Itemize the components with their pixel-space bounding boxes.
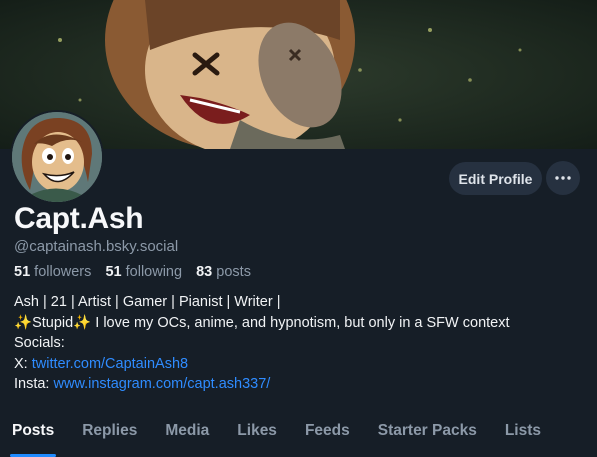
tab-lists[interactable]: Lists [505, 414, 541, 457]
bio-text: X: [14, 355, 32, 372]
bio-text: Insta: [14, 376, 54, 392]
bio-line: Ash | 21 | Artist | Gamer | Pianist | Wr… [14, 294, 281, 310]
avatar[interactable] [10, 110, 104, 204]
sparkles-icon: ✨ [14, 314, 33, 331]
profile-handle: @captainash.bsky.social [14, 238, 179, 255]
followers-link[interactable]: 51 followers [14, 264, 95, 280]
bio-line: ✨Stupid✨ I love my OCs, anime, and hypno… [14, 313, 510, 334]
profile-stats: 51 followers 51 following 83 posts [14, 264, 251, 280]
bio-line: Insta: www.instagram.com/capt.ash337/ [14, 374, 510, 395]
avatar-artwork [12, 112, 102, 202]
tab-label: Feeds [304, 422, 350, 439]
bio-line: X: twitter.com/CaptainAsh8 [14, 354, 510, 375]
profile-tabs: Posts Replies Media Likes Feeds Starter … [0, 414, 597, 457]
following-label: following [125, 264, 183, 280]
tab-posts[interactable]: Posts [10, 414, 57, 457]
display-name: Capt.Ash [14, 202, 144, 235]
tab-label: Media [165, 422, 210, 439]
tab-likes[interactable]: Likes [237, 414, 277, 457]
following-link[interactable]: 51 following [105, 264, 186, 280]
ellipsis-icon [555, 176, 571, 180]
bio-text: I love my OCs, anime, and hypnotism, but… [91, 314, 510, 331]
instagram-link[interactable]: www.instagram.com/capt.ash337/ [54, 376, 271, 392]
tab-label: Starter Packs [377, 422, 477, 439]
tab-feeds[interactable]: Feeds [305, 414, 350, 457]
edit-profile-button[interactable]: Edit Profile [449, 162, 542, 195]
bio-line: Socials: [14, 335, 65, 351]
profile-bio: Ash | 21 | Artist | Gamer | Pianist | Wr… [14, 292, 510, 395]
posts-count: 83 [196, 264, 213, 280]
followers-label: followers [34, 264, 92, 280]
following-count: 51 [105, 264, 122, 280]
tab-label: Posts [12, 422, 55, 439]
posts-label: posts [216, 264, 251, 280]
twitter-link[interactable]: twitter.com/CaptainAsh8 [32, 356, 188, 372]
tab-media[interactable]: Media [165, 414, 209, 457]
bio-text: Stupid [32, 314, 74, 331]
tab-label: Lists [504, 422, 542, 439]
tab-label: Replies [82, 422, 138, 439]
more-options-button[interactable] [546, 161, 580, 195]
tab-label: Likes [237, 422, 277, 439]
tab-replies[interactable]: Replies [82, 414, 137, 457]
followers-count: 51 [14, 264, 31, 280]
posts-stat: 83 posts [196, 264, 251, 280]
tab-starter-packs[interactable]: Starter Packs [378, 414, 477, 457]
sparkles-icon: ✨ [73, 314, 92, 331]
